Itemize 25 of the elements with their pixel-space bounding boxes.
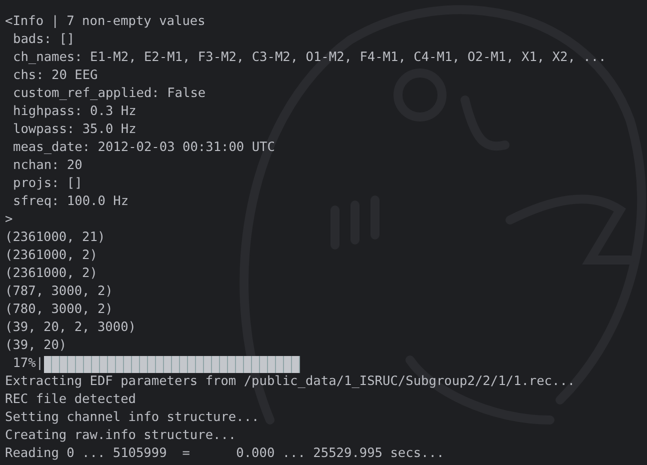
info-field-line: ch_names: E1-M2, E2-M1, F3-M2, C3-M2, O1-M2, F4-M1, C4-M1, O2-M1, X1, X2, ... (12, 49, 608, 67)
info-field-line: highpass: 0.3 Hz (12, 103, 138, 121)
info-field-line: bads: [] (12, 31, 76, 49)
log-line: REC file detected (5, 391, 137, 409)
log-line: Extracting EDF parameters from /public_data/1_ISRUC/Subgroup2/2/1/1.rec... (5, 373, 576, 391)
shape-output-line: (39, 20) (5, 337, 68, 355)
progress-percent: 17%| (12, 355, 44, 373)
log-line: Setting channel info structure... (5, 409, 260, 427)
output-line: > (5, 211, 14, 229)
log-line: Reading 0 ... 5105999 = 0.000 ... 25529.995 secs... (5, 445, 446, 463)
info-field-line: chs: 20 EEG (12, 67, 99, 85)
info-field-line: sfreq: 100.0 Hz (12, 193, 130, 211)
info-field-line: custom_ref_applied: False (12, 85, 207, 103)
shape-output-line: (39, 20, 2, 3000) (5, 319, 137, 337)
shape-output-line: (780, 3000, 2) (5, 301, 114, 319)
log-line: Creating raw.info structure... (5, 427, 238, 445)
shape-output-line: (2361000, 21) (5, 229, 106, 247)
info-field-line: meas_date: 2012-02-03 00:31:00 UTC (12, 139, 276, 157)
info-field-line: projs: [] (12, 175, 84, 193)
output-line: <Info | 7 non-empty values (5, 13, 206, 31)
info-field-line: lowpass: 35.0 Hz (12, 121, 138, 139)
shape-output-line: (2361000, 2) (5, 247, 98, 265)
info-field-line: nchan: 20 (12, 157, 84, 175)
shape-output-line: (787, 3000, 2) (5, 283, 114, 301)
shape-output-line: (2361000, 2) (5, 265, 98, 283)
